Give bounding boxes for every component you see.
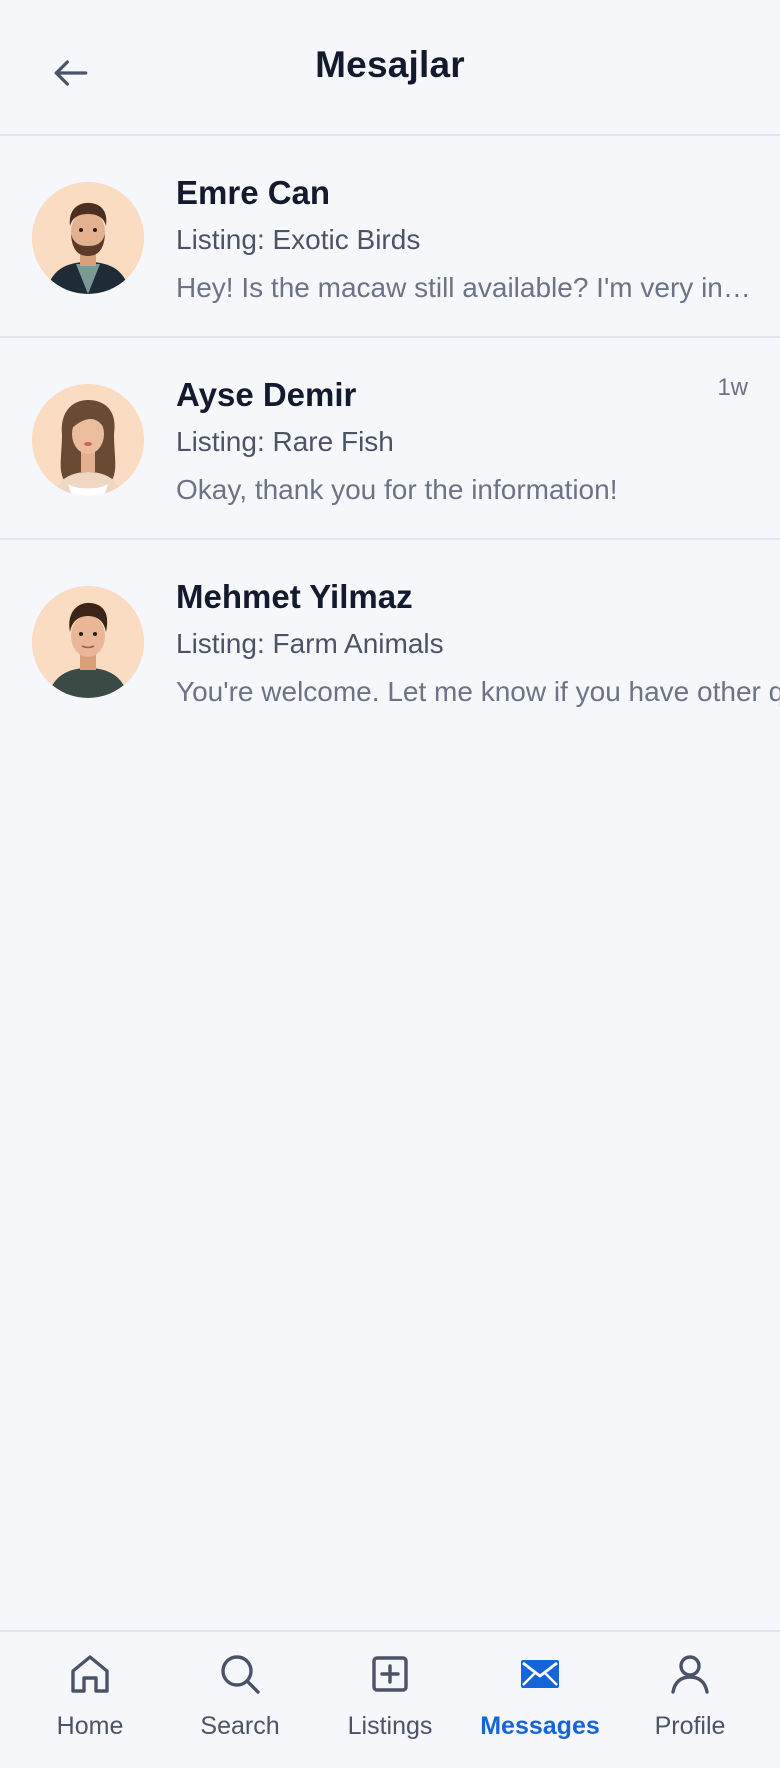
- avatar: [32, 384, 144, 496]
- nav-item-messages[interactable]: Messages: [465, 1632, 615, 1768]
- bottom-nav: Home Search Listings Messages Profile: [0, 1630, 780, 1768]
- message-preview: You're welcome. Let me know if you have …: [176, 676, 780, 707]
- nav-item-profile[interactable]: Profile: [615, 1632, 765, 1768]
- message-preview: Okay, thank you for the information!: [176, 474, 618, 505]
- listing-label: Listing: Rare Fish: [176, 426, 394, 457]
- search-icon: [221, 1655, 260, 1694]
- contact-name: Ayse Demir: [176, 376, 357, 413]
- message-preview: Hey! Is the macaw still available? I'm v…: [176, 272, 754, 303]
- avatar: [32, 586, 144, 698]
- mail-icon: [521, 1660, 559, 1688]
- nav-label: Listings: [347, 1712, 433, 1740]
- listing-label: Listing: Farm Animals: [176, 628, 444, 659]
- avatar-man-icon: [32, 586, 144, 698]
- timestamp: 1w: [717, 374, 748, 401]
- conversation-list: Emre Can Listing: Exotic Birds Hey! Is t…: [0, 136, 780, 742]
- nav-label: Profile: [654, 1712, 726, 1740]
- avatar: [32, 182, 144, 294]
- user-icon: [671, 1655, 709, 1694]
- avatar-man-beard-icon: [32, 182, 144, 294]
- contact-name: Mehmet Yilmaz: [176, 578, 413, 615]
- nav-label: Home: [56, 1712, 124, 1740]
- conversation-row[interactable]: Mehmet Yilmaz Listing: Farm Animals You'…: [0, 540, 780, 742]
- header: Mesajlar: [0, 0, 780, 136]
- listing-label: Listing: Exotic Birds: [176, 224, 421, 255]
- nav-label: Messages: [480, 1712, 600, 1740]
- messages-screen: Mesajlar Emre Can Listing: Exotic Birds …: [0, 0, 780, 1768]
- nav-item-search[interactable]: Search: [165, 1632, 315, 1768]
- conversation-row[interactable]: Emre Can Listing: Exotic Birds Hey! Is t…: [0, 136, 780, 338]
- nav-item-home[interactable]: Home: [15, 1632, 165, 1768]
- contact-name: Emre Can: [176, 174, 331, 211]
- plus-square-icon: [372, 1656, 408, 1692]
- page-title: Mesajlar: [315, 44, 465, 85]
- avatar-woman-icon: [32, 384, 144, 496]
- conversation-row[interactable]: Ayse Demir 1w Listing: Rare Fish Okay, t…: [0, 338, 780, 540]
- home-icon: [71, 1655, 109, 1693]
- nav-label: Search: [200, 1712, 280, 1740]
- nav-item-listings[interactable]: Listings: [315, 1632, 465, 1768]
